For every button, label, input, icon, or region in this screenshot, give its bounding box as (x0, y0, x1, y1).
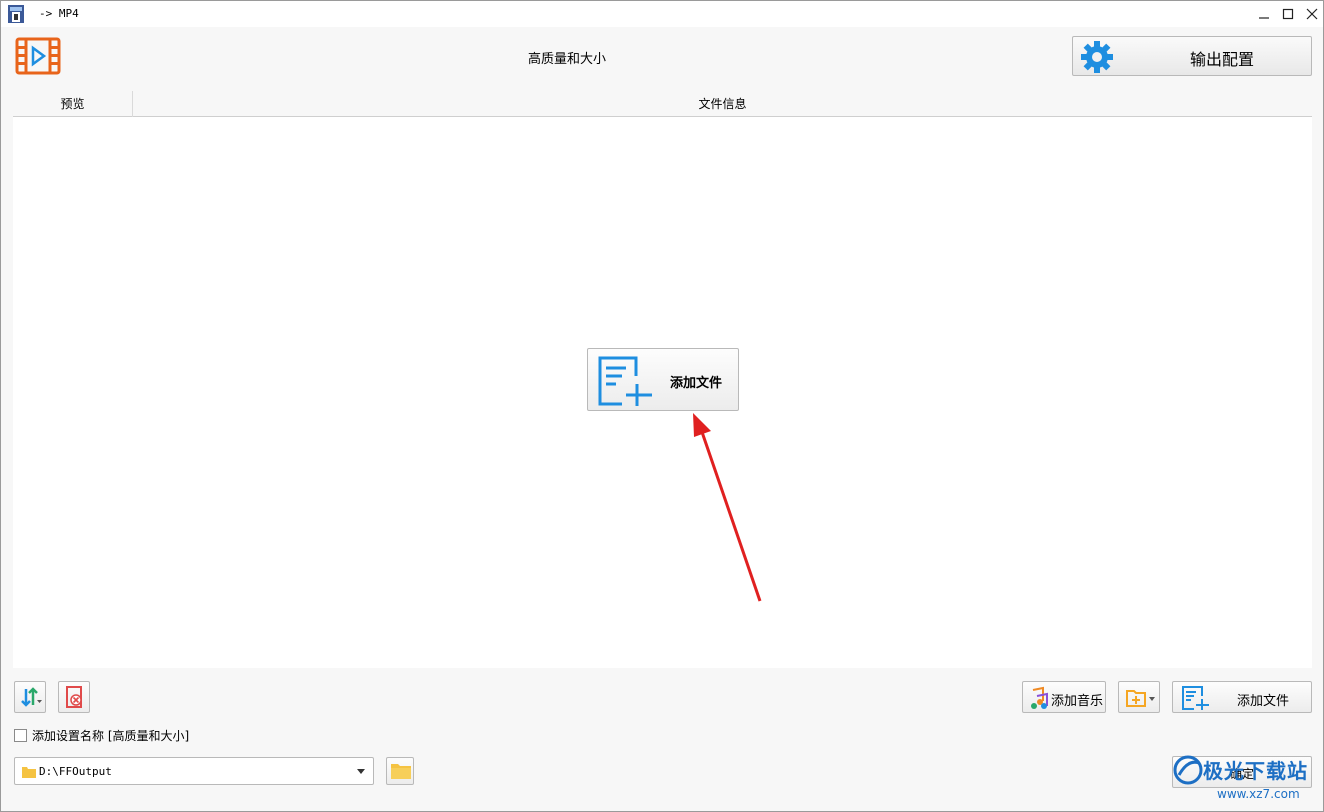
output-config-button[interactable]: 输出配置 (1072, 36, 1312, 76)
watermark-url: www.xz7.com (1217, 787, 1300, 801)
sort-button[interactable] (14, 681, 46, 713)
append-setting-name-label: 添加设置名称 [高质量和大小] (32, 728, 190, 743)
file-list[interactable]: 预览 文件信息 添加文件 (13, 91, 1312, 668)
watermark-logo-icon (1171, 753, 1205, 790)
output-config-label: 输出配置 (1189, 50, 1254, 69)
append-setting-name-option[interactable]: 添加设置名称 [高质量和大小] (14, 727, 189, 743)
close-button[interactable] (1299, 1, 1324, 27)
video-film-icon (15, 37, 61, 75)
gear-icon (1079, 39, 1115, 75)
minimize-button[interactable] (1251, 1, 1277, 27)
add-file-icon (596, 354, 654, 408)
add-music-label: 添加音乐 (1051, 694, 1104, 709)
remove-file-icon (59, 686, 89, 715)
window-title: -> MP4 (39, 7, 79, 20)
column-file-info[interactable]: 文件信息 (133, 91, 1312, 117)
add-music-button[interactable]: 添加音乐 (1022, 681, 1106, 713)
remove-button[interactable] (58, 681, 90, 713)
output-path-text: D:\FFOutput (39, 765, 112, 778)
watermark-text: 极光下载站 (1203, 759, 1308, 783)
folder-icon (21, 765, 37, 779)
add-file-label: 添加文件 (1237, 694, 1290, 709)
folder-add-icon (1125, 686, 1157, 713)
profile-name: 高质量和大小 (527, 52, 606, 67)
sort-icon (15, 687, 45, 715)
title-bar[interactable]: -> MP4 (1, 1, 1323, 27)
chevron-down-icon[interactable] (357, 769, 365, 774)
list-header: 预览 文件信息 (13, 91, 1312, 117)
watermark: 极光下载站 www.xz7.com (1169, 749, 1319, 809)
append-setting-name-checkbox[interactable] (14, 728, 27, 742)
center-add-file-label: 添加文件 (670, 376, 723, 391)
app-icon (6, 4, 26, 24)
add-file-icon (1181, 685, 1211, 714)
add-folder-button[interactable] (1118, 681, 1160, 713)
app-window: -> MP4 高质量和大小 输出配置 预览 文件信息 添加文件 添加音乐 添加文… (0, 0, 1324, 812)
folder-icon (390, 762, 412, 783)
music-note-icon (1027, 686, 1051, 713)
output-path-select[interactable]: D:\FFOutput (14, 757, 374, 785)
center-add-file-button[interactable]: 添加文件 (587, 348, 739, 411)
maximize-button[interactable] (1275, 1, 1301, 27)
column-preview[interactable]: 预览 (13, 91, 133, 117)
header: 高质量和大小 输出配置 (1, 27, 1323, 89)
add-file-button[interactable]: 添加文件 (1172, 681, 1312, 713)
browse-folder-button[interactable] (386, 757, 414, 785)
